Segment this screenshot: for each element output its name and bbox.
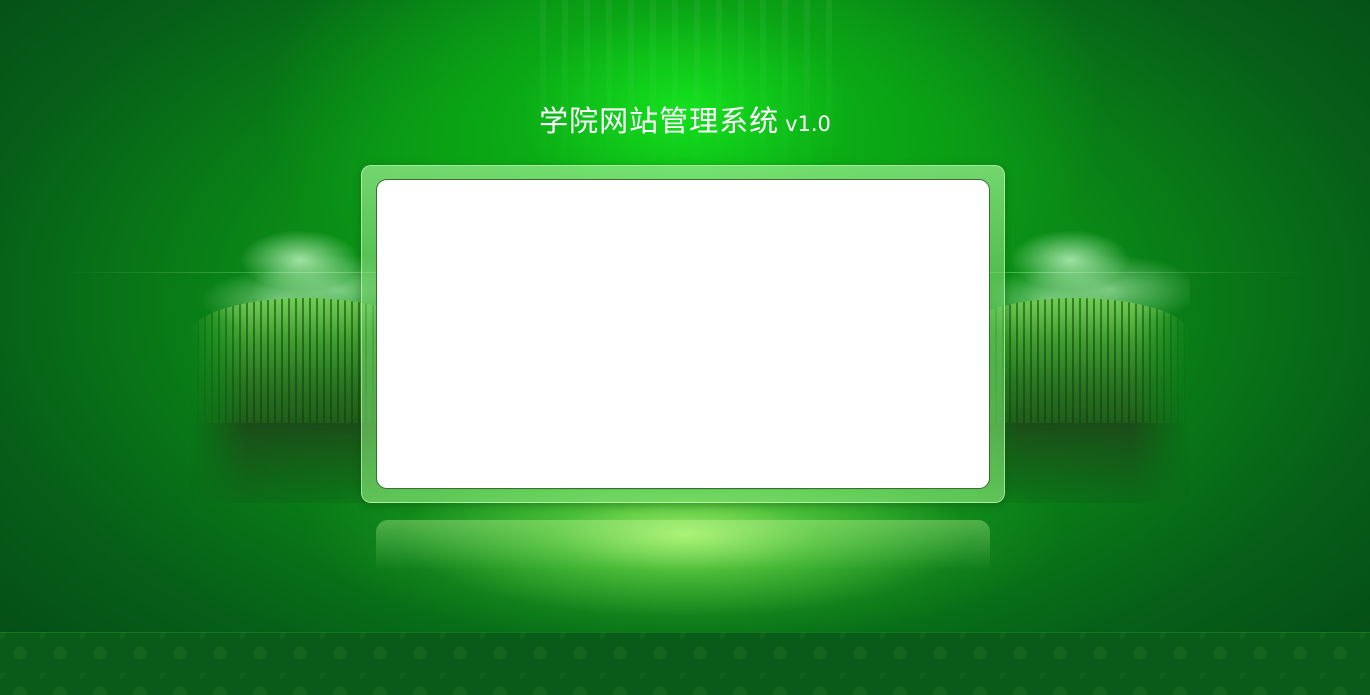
login-page: 学院网站管理系统 v1.0 bbox=[0, 0, 1370, 695]
page-title: 学院网站管理系统 v1.0 bbox=[0, 98, 1370, 140]
panel-reflection bbox=[376, 520, 990, 570]
login-panel-content bbox=[376, 179, 990, 489]
system-title: 学院网站管理系统 bbox=[539, 104, 780, 138]
footer-pattern bbox=[0, 632, 1370, 695]
version-label: v1.0 bbox=[785, 112, 831, 136]
